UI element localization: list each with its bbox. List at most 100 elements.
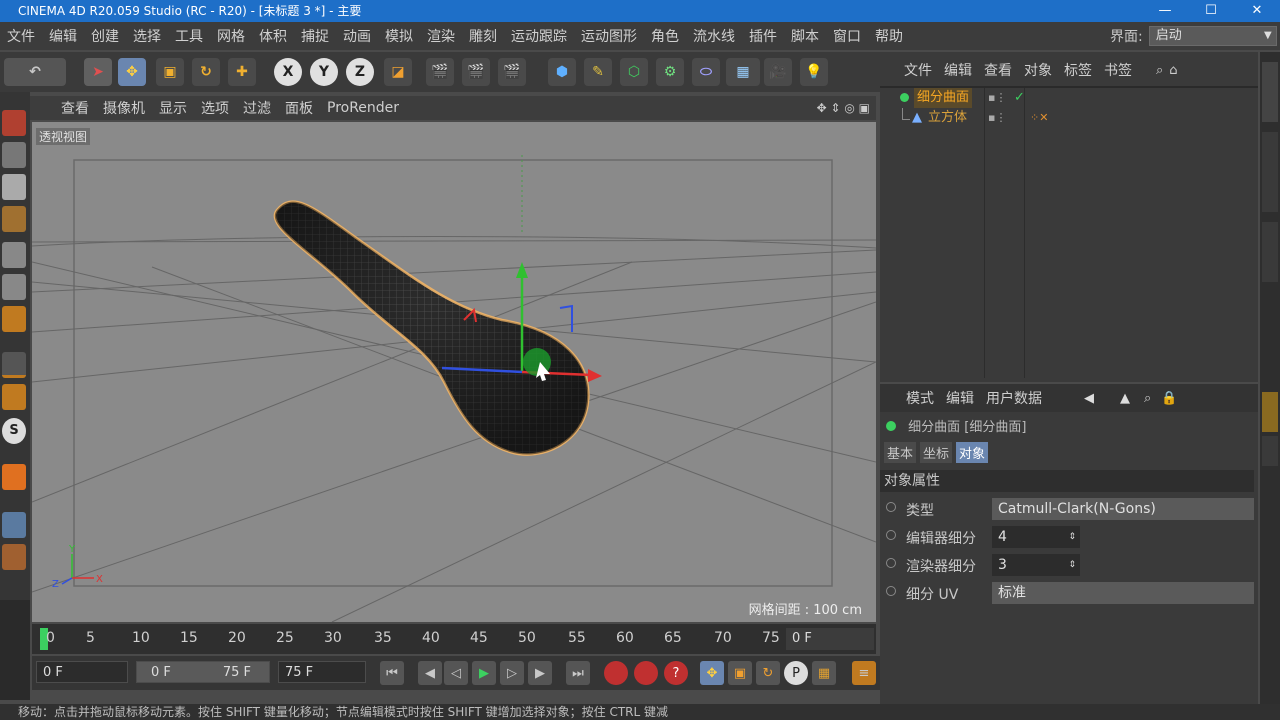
interface-dropdown[interactable]: 启动 ▼ [1148, 26, 1277, 46]
home-icon[interactable]: ⌂ [1169, 63, 1177, 78]
deformer-icon[interactable]: ⬭ [692, 58, 720, 86]
viewport-menu-panel[interactable]: 面板 [278, 98, 320, 118]
key-position-icon[interactable]: ✥ [700, 661, 724, 685]
undo-icon[interactable]: ↶ [4, 58, 66, 86]
am-menu-user-data[interactable]: 用户数据 [980, 388, 1048, 408]
menu-plugins[interactable]: 插件 [742, 26, 784, 46]
paint-icon[interactable] [2, 544, 26, 570]
model-mode-icon[interactable] [2, 142, 26, 168]
om-menu-view[interactable]: 查看 [978, 60, 1018, 80]
go-to-end-icon[interactable]: ⏭ [566, 661, 590, 685]
menu-create[interactable]: 创建 [84, 26, 126, 46]
render-settings-icon[interactable]: 🎬 [498, 58, 526, 86]
side-tab-objects[interactable] [1262, 62, 1278, 122]
om-menu-file[interactable]: 文件 [898, 60, 938, 80]
rotate-tool-icon[interactable]: ↻ [192, 58, 220, 86]
scale-tool-icon[interactable]: ▣ [156, 58, 184, 86]
menu-pipeline[interactable]: 流水线 [686, 26, 742, 46]
start-frame-field[interactable]: 0 F [36, 661, 128, 683]
timeline-menu-icon[interactable]: ≡ [852, 661, 876, 685]
step-back-icon[interactable]: ◁ [444, 661, 468, 685]
menu-volume[interactable]: 体积 [252, 26, 294, 46]
live-selection-icon[interactable]: ✚ [228, 58, 256, 86]
close-icon[interactable]: ✕ [1234, 0, 1280, 22]
side-tab-structure[interactable] [1262, 222, 1278, 282]
menu-mograph[interactable]: 运动图形 [574, 26, 644, 46]
visibility-dots-icon[interactable]: ▪⋮ [988, 108, 1006, 128]
menu-window[interactable]: 窗口 [826, 26, 868, 46]
floor-icon[interactable]: ▦ [726, 58, 760, 86]
render-view-icon[interactable]: 🎬 [426, 58, 454, 86]
render-subdivision-field[interactable]: 3 ⇕ [992, 554, 1080, 576]
maximize-icon[interactable]: ☐ [1188, 0, 1234, 22]
viewport-menu-prorender[interactable]: ProRender [320, 100, 406, 116]
perspective-viewport[interactable]: Y X Z 透视视图 网格间距 : 100 cm [32, 122, 876, 622]
cube-primitive-icon[interactable]: ⬢ [548, 58, 576, 86]
cloner-icon[interactable]: ⚙ [656, 58, 684, 86]
points-mode-icon[interactable] [2, 242, 26, 268]
tweak-mode-icon[interactable] [2, 384, 26, 410]
end-frame-field[interactable]: 75 F [278, 661, 366, 683]
key-pla-icon[interactable]: ▦ [812, 661, 836, 685]
polygons-mode-icon[interactable] [2, 306, 26, 332]
coordinate-system-icon[interactable]: ◪ [384, 58, 412, 86]
menu-animate[interactable]: 动画 [336, 26, 378, 46]
x-axis-lock-icon[interactable]: X [274, 58, 302, 86]
editor-subdivision-field[interactable]: 4 ⇕ [992, 526, 1080, 548]
menu-select[interactable]: 选择 [126, 26, 168, 46]
up-arrow-icon[interactable]: ▲ [1120, 391, 1130, 406]
frame-range-slider[interactable]: 0 F 75 F [136, 661, 270, 683]
camera-icon[interactable]: 🎥 [764, 58, 792, 86]
object-row-subdivision-surface[interactable]: 细分曲面 ▪⋮ ✓ [880, 88, 1258, 108]
menu-script[interactable]: 脚本 [784, 26, 826, 46]
menu-simulate[interactable]: 模拟 [378, 26, 420, 46]
axis-mode-icon[interactable] [2, 352, 26, 378]
make-editable-icon[interactable] [2, 110, 26, 136]
menu-file[interactable]: 文件 [0, 26, 42, 46]
keyframe-selection-icon[interactable]: ? [664, 661, 688, 685]
z-axis-lock-icon[interactable]: Z [346, 58, 374, 86]
grid-icon[interactable] [2, 512, 26, 538]
key-rotation-icon[interactable]: ↻ [756, 661, 780, 685]
render-picture-viewer-icon[interactable]: 🎬 [462, 58, 490, 86]
search-icon[interactable]: ⌕ [1156, 63, 1163, 78]
subdivide-uv-dropdown[interactable]: 标准 [992, 582, 1254, 604]
om-menu-bookmarks[interactable]: 书签 [1098, 60, 1138, 80]
om-menu-edit[interactable]: 编辑 [938, 60, 978, 80]
tab-basic[interactable]: 基本 [884, 442, 917, 463]
auto-keyframe-icon[interactable] [634, 661, 658, 685]
y-axis-lock-icon[interactable]: Y [310, 58, 338, 86]
edges-mode-icon[interactable] [2, 274, 26, 300]
step-forward-icon[interactable]: ▷ [500, 661, 524, 685]
search-icon[interactable]: ⌕ [1144, 391, 1151, 406]
keyframe-dot-icon[interactable] [886, 558, 896, 568]
side-tab-attributes[interactable] [1262, 392, 1278, 432]
stepper-icon[interactable]: ⇕ [1068, 554, 1076, 576]
minimize-icon[interactable]: — [1142, 0, 1188, 22]
menu-render[interactable]: 渲染 [420, 26, 462, 46]
viewport-menu-view[interactable]: 查看 [54, 98, 96, 118]
viewport-nav-icons[interactable]: ✥ ⇕ ◎ ▣ [817, 101, 870, 115]
side-tab-content-browser[interactable] [1262, 132, 1278, 212]
menu-help[interactable]: 帮助 [868, 26, 910, 46]
key-scale-icon[interactable]: ▣ [728, 661, 752, 685]
subdivision-surface-icon[interactable]: ⬡ [620, 58, 648, 86]
back-arrow-icon[interactable]: ◀ [1084, 391, 1094, 406]
om-menu-tags[interactable]: 标签 [1058, 60, 1098, 80]
menu-edit[interactable]: 编辑 [42, 26, 84, 46]
viewport-menu-filter[interactable]: 过滤 [236, 98, 278, 118]
lock-icon[interactable]: 🔒 [1161, 391, 1177, 406]
type-dropdown[interactable]: Catmull-Clark(N-Gons) [992, 498, 1254, 520]
key-parameter-icon[interactable]: P [784, 661, 808, 685]
om-menu-objects[interactable]: 对象 [1018, 60, 1058, 80]
record-keyframe-icon[interactable] [604, 661, 628, 685]
menu-sculpt[interactable]: 雕刻 [462, 26, 504, 46]
am-menu-edit[interactable]: 编辑 [940, 388, 980, 408]
visibility-dots-icon[interactable]: ▪⋮ [988, 88, 1006, 108]
timeline-ruler[interactable]: 0 5 10 15 20 25 30 35 40 45 50 55 60 65 … [32, 624, 876, 654]
workplane-icon[interactable] [2, 206, 26, 232]
keyframe-dot-icon[interactable] [886, 502, 896, 512]
viewport-menu-display[interactable]: 显示 [152, 98, 194, 118]
go-to-start-icon[interactable]: ⏮ [380, 661, 404, 685]
viewport-menu-options[interactable]: 选项 [194, 98, 236, 118]
